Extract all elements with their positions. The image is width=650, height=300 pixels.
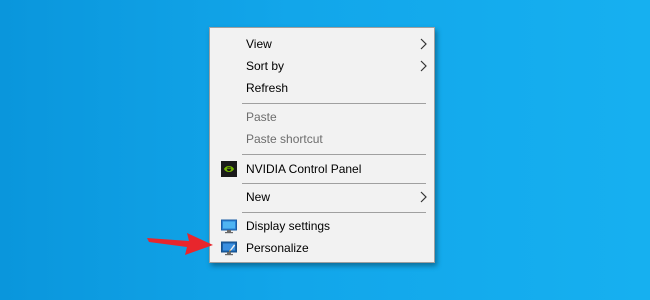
menu-separator — [242, 183, 426, 184]
menu-item-label: Sort by — [246, 59, 285, 73]
desktop-context-menu: View Sort by Refresh Paste Paste shortcu… — [209, 27, 435, 263]
menu-item-refresh[interactable]: Refresh — [211, 77, 433, 99]
menu-item-display-settings[interactable]: Display settings — [211, 215, 433, 237]
menu-item-new[interactable]: New — [211, 186, 433, 208]
menu-item-paste: Paste — [211, 106, 433, 128]
menu-item-sort-by[interactable]: Sort by — [211, 55, 433, 77]
chevron-right-icon — [420, 191, 427, 203]
nvidia-icon — [221, 161, 237, 177]
menu-item-label: Display settings — [246, 219, 331, 233]
menu-item-view[interactable]: View — [211, 33, 433, 55]
menu-separator — [242, 154, 426, 155]
chevron-right-icon — [420, 38, 427, 50]
menu-separator — [242, 103, 426, 104]
menu-item-label: Paste shortcut — [246, 132, 323, 146]
menu-item-label: Personalize — [246, 241, 309, 255]
red-pointer-arrow-icon — [147, 233, 213, 255]
personalize-icon — [221, 241, 237, 256]
menu-item-label: View — [246, 37, 272, 51]
menu-item-label: Paste — [246, 110, 277, 124]
menu-separator — [242, 212, 426, 213]
menu-item-label: New — [246, 190, 271, 204]
menu-item-label: NVIDIA Control Panel — [246, 162, 362, 176]
menu-item-nvidia-control-panel[interactable]: NVIDIA Control Panel — [211, 158, 433, 180]
menu-item-personalize[interactable]: Personalize — [211, 237, 433, 259]
display-icon — [221, 219, 237, 234]
chevron-right-icon — [420, 60, 427, 72]
menu-item-label: Refresh — [246, 81, 289, 95]
menu-item-paste-shortcut: Paste shortcut — [211, 128, 433, 150]
